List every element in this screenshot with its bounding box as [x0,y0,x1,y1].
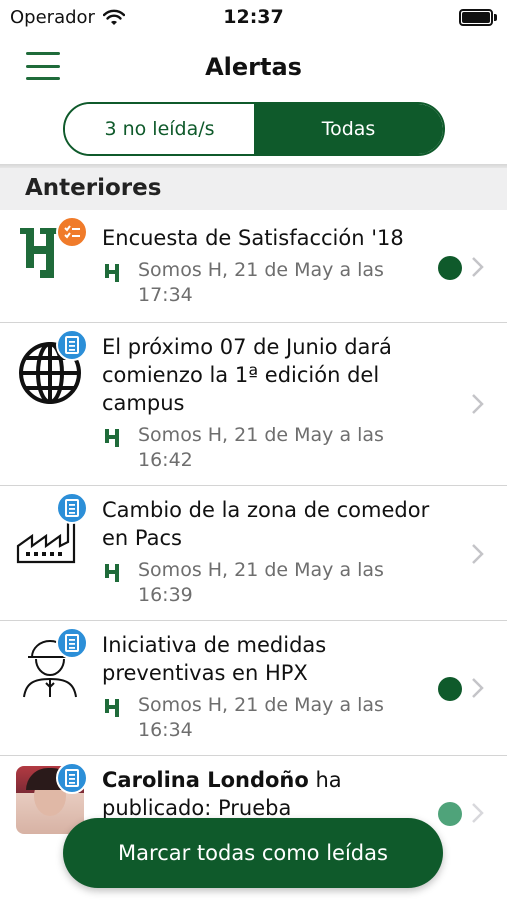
h-logo-icon [105,264,119,282]
alert-meta: Somos H, 21 de May a las 16:34 [138,694,384,741]
battery-icon [459,9,497,26]
section-title: Anteriores [25,175,162,201]
unread-dot [438,802,462,826]
tab-unread[interactable]: 3 no leída/s [65,104,254,154]
section-header: Anteriores [0,168,507,210]
tab-all[interactable]: Todas [254,104,443,154]
alerts-list: Encuesta de Satisfacción '18 Somos H, 21… [0,210,507,876]
badge-document [56,329,88,361]
alert-title: Carolina Londoño ha publicado: Prueba [102,766,437,822]
h-logo-icon [105,429,119,447]
unread-dot [438,256,462,280]
page-title: Alertas [205,53,302,81]
chevron-right-icon [472,803,484,823]
list-item[interactable]: Iniciativa de medidas preventivas en HPX… [0,621,507,756]
alert-meta: Somos H, 21 de May a las 16:39 [138,559,384,606]
list-item[interactable]: Cambio de la zona de comedor en Pacs Som… [0,486,507,621]
alert-meta: Somos H, 21 de May a las 16:42 [138,424,384,471]
document-icon [65,634,79,652]
unread-dot [438,677,462,701]
alerts-screen: Operador 12:37 Alertas 3 no leída/s Toda… [0,0,507,900]
mark-all-read-button[interactable]: Marcar todas como leídas [63,818,443,888]
chevron-right-icon [472,394,484,414]
document-icon [65,336,79,354]
chevron-right-icon [472,544,484,564]
alert-title: Cambio de la zona de comedor en Pacs [102,498,430,550]
author-name: Carolina Londoño [102,768,309,792]
badge-document [56,627,88,659]
alert-title: Encuesta de Satisfacción '18 [102,226,404,250]
list-item[interactable]: El próximo 07 de Junio dará comienzo la … [0,323,507,486]
filter-segmented-control: 3 no leída/s Todas [63,102,445,156]
alert-title: El próximo 07 de Junio dará comienzo la … [102,335,392,415]
clock: 12:37 [223,6,284,28]
h-logo-icon [105,699,119,717]
chevron-right-icon [472,257,484,277]
document-icon [65,499,79,517]
h-logo-icon [105,564,119,582]
badge-document [56,762,88,794]
checklist-icon [64,225,80,239]
alert-meta: Somos H, 21 de May a las 17:34 [138,259,384,306]
badge-document [56,492,88,524]
alert-title: Iniciativa de medidas preventivas en HPX [102,633,327,685]
list-item[interactable]: Encuesta de Satisfacción '18 Somos H, 21… [0,210,507,323]
status-bar: Operador 12:37 [0,0,507,36]
document-icon [65,769,79,787]
badge-checklist [56,216,88,248]
chevron-right-icon [472,678,484,698]
